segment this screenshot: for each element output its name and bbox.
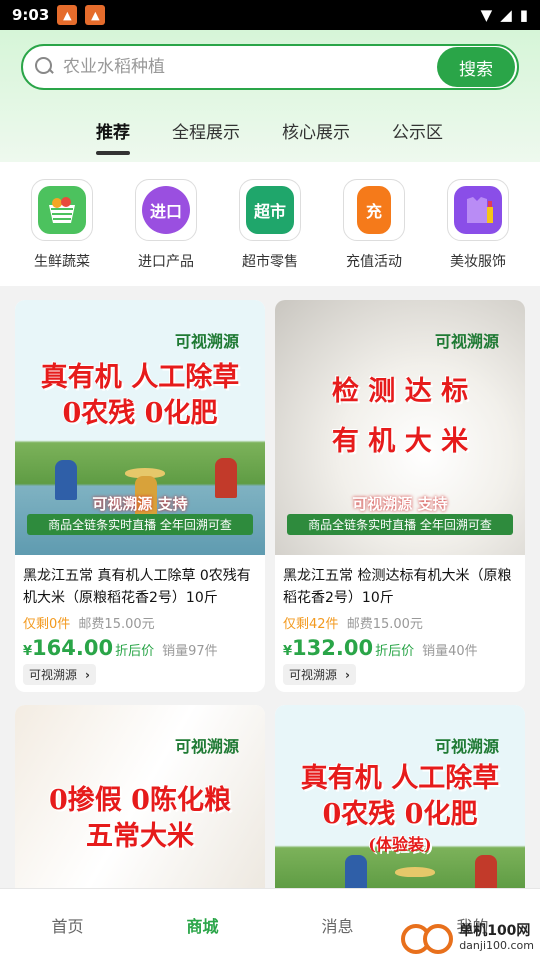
category-label: 充值活动 (346, 254, 402, 270)
watermark-url: danji100.com (459, 938, 534, 952)
product-headline: 有 机 大 米 (331, 426, 469, 457)
currency-symbol: ¥ (283, 644, 293, 659)
watermark-logo-icon (401, 920, 455, 956)
promo-subline: 商品全链条实时直播 全年回溯可查 (287, 514, 513, 535)
stock-remaining: 仅剩0件 (23, 617, 71, 632)
brand-label: 可视溯源 (174, 332, 239, 351)
category-supermarket[interactable]: 超市 超市零售 (225, 162, 315, 286)
supermarket-icon: 超市 (246, 186, 294, 234)
watermark: 单机100网 danji100.com (401, 920, 534, 956)
notification-icon: ▲ (85, 5, 106, 25)
search-bar: 搜索 (21, 44, 519, 90)
watermark-name: 单机100网 (459, 922, 531, 939)
status-bar: 9:03 ▲ ▲ ▼ ◢ ▮ (0, 0, 540, 30)
farmer-figure (215, 458, 237, 498)
battery-icon: ▮ (519, 6, 528, 24)
category-recharge[interactable]: 充 充值活动 (329, 162, 419, 286)
tab-public-area[interactable]: 公示区 (392, 118, 443, 143)
category-label: 进口产品 (138, 254, 194, 270)
icon-text: 充 (365, 202, 382, 221)
product-tag: (体验装) (368, 835, 432, 854)
product-card[interactable]: 可视溯源 0掺假 0陈化粮 五常大米 (15, 705, 265, 905)
stock-remaining: 仅剩42件 (283, 617, 339, 632)
icon-text: 进口 (149, 202, 182, 221)
product-meta: 仅剩0件 邮费15.00元 (23, 613, 257, 632)
product-card[interactable]: 可视溯源 真有机 人工除草 0农残 0化肥 (体验装) (275, 705, 525, 905)
product-price: 164.00 (32, 636, 114, 660)
search-button[interactable]: 搜索 (437, 47, 515, 87)
category-imported[interactable]: 进口 进口产品 (121, 162, 211, 286)
brand-label: 可视溯源 (174, 737, 239, 756)
watermark-text: 单机100网 danji100.com (459, 924, 534, 953)
category-label: 超市零售 (242, 254, 298, 270)
tab-full-display[interactable]: 全程展示 (172, 118, 240, 143)
price-label: 折后价 (375, 644, 415, 659)
support-text: 可视溯源 支持 (92, 495, 188, 513)
chevron-right-icon: › (345, 667, 350, 682)
product-headline: 检 测 达 标 (331, 376, 469, 407)
product-title: 黑龙江五常 检测达标有机大米（原粮稻花香2号）10斤 (283, 568, 512, 606)
recharge-phone-icon: 充 (357, 186, 391, 234)
product-meta: 仅剩42件 邮费15.00元 (283, 613, 517, 632)
product-card[interactable]: 可视溯源 检 测 达 标 有 机 大 米 可视溯源 支持 商品全链条实时直播 全… (275, 300, 525, 692)
shipping-fee: 邮费15.00元 (346, 617, 423, 632)
category-label: 美妆服饰 (450, 254, 506, 270)
trace-label: 可视溯源 (29, 668, 78, 682)
product-headline: 0农残 0化肥 (62, 398, 218, 429)
tab-bar: 推荐 全程展示 核心展示 公示区 (0, 118, 540, 155)
category-label: 生鲜蔬菜 (34, 254, 90, 270)
wifi-icon: ▼ (480, 6, 493, 24)
category-fresh-vegetables[interactable]: 生鲜蔬菜 (17, 162, 107, 286)
currency-symbol: ¥ (23, 644, 33, 659)
nav-messages[interactable]: 消息 (270, 889, 405, 960)
promo-subline: 商品全链条实时直播 全年回溯可查 (27, 514, 253, 535)
sales-count: 销量40件 (422, 644, 478, 659)
status-time: 9:03 (12, 6, 50, 24)
support-text: 可视溯源 支持 (352, 495, 448, 513)
brand-label: 可视溯源 (434, 737, 499, 756)
trace-label: 可视溯源 (289, 668, 338, 682)
price-row: ¥ 132.00 折后价 销量40件 (283, 636, 517, 660)
product-title: 黑龙江五常 真有机人工除草 0农残有机大米（原粮稻花香2号）10斤 (23, 568, 251, 606)
trace-tag[interactable]: 可视溯源 › (283, 664, 356, 685)
shipping-fee: 邮费15.00元 (78, 617, 155, 632)
header: 搜索 推荐 全程展示 核心展示 公示区 (0, 30, 540, 162)
search-icon (35, 57, 55, 77)
notification-icon: ▲ (57, 5, 78, 25)
product-headline: 真有机 人工除草 (300, 763, 500, 794)
category-beauty-apparel[interactable]: 美妆服饰 (433, 162, 523, 286)
tab-recommend[interactable]: 推荐 (96, 118, 130, 155)
price-label: 折后价 (115, 644, 155, 659)
nav-home[interactable]: 首页 (0, 889, 135, 960)
sales-count: 销量97件 (162, 644, 218, 659)
category-row: 生鲜蔬菜 进口 进口产品 超市 超市零售 充 充值活动 美妆服饰 (0, 162, 540, 286)
product-headline: 五常大米 (86, 821, 194, 852)
basket-icon (38, 186, 86, 234)
signal-icon: ◢ (500, 6, 512, 24)
product-headline: 真有机 人工除草 (40, 362, 240, 393)
shirt-lipstick-icon (454, 186, 502, 234)
product-image: 可视溯源 0掺假 0陈化粮 五常大米 (15, 705, 265, 905)
product-headline: 0农残 0化肥 (322, 799, 478, 830)
chevron-right-icon: › (85, 667, 90, 682)
product-headline: 0掺假 0陈化粮 (49, 785, 231, 816)
product-image: 可视溯源 真有机 人工除草 0农残 0化肥 (体验装) (275, 705, 525, 905)
product-price: 132.00 (292, 636, 374, 660)
product-card[interactable]: 可视溯源 真有机 人工除草 0农残 0化肥 可视溯源 支持 商品全链条实时直播 … (15, 300, 265, 692)
tab-core-display[interactable]: 核心展示 (282, 118, 350, 143)
straw-hat (395, 867, 435, 877)
import-planet-icon: 进口 (142, 186, 190, 234)
search-input[interactable] (63, 57, 437, 77)
product-image: 可视溯源 真有机 人工除草 0农残 0化肥 可视溯源 支持 商品全链条实时直播 … (15, 300, 265, 555)
product-image: 可视溯源 检 测 达 标 有 机 大 米 可视溯源 支持 商品全链条实时直播 全… (275, 300, 525, 555)
price-row: ¥ 164.00 折后价 销量97件 (23, 636, 257, 660)
trace-tag[interactable]: 可视溯源 › (23, 664, 96, 685)
nav-mall[interactable]: 商城 (135, 889, 270, 960)
brand-label: 可视溯源 (434, 332, 499, 351)
icon-text: 超市 (253, 202, 286, 221)
